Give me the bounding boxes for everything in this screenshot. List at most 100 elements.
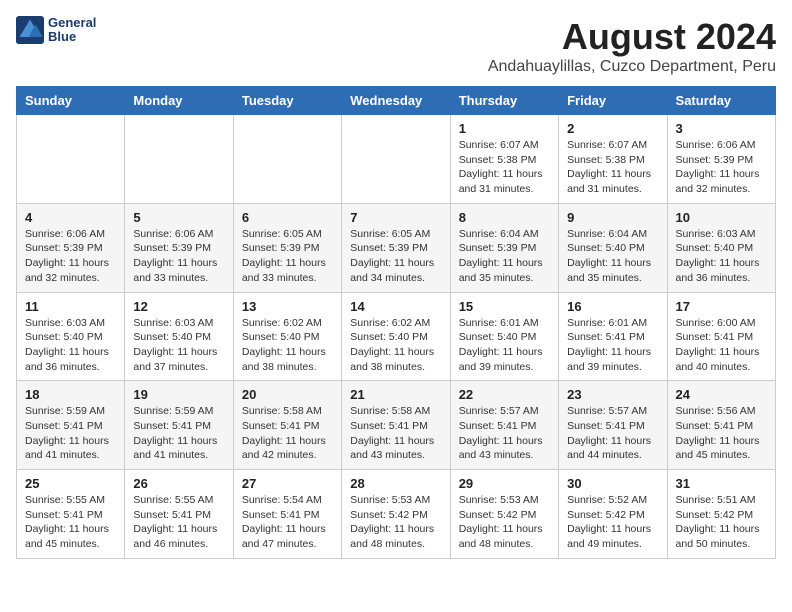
day-number: 31	[676, 476, 767, 491]
calendar-cell: 25Sunrise: 5:55 AM Sunset: 5:41 PM Dayli…	[17, 470, 125, 559]
day-info: Sunrise: 6:04 AM Sunset: 5:40 PM Dayligh…	[567, 227, 658, 286]
day-number: 14	[350, 299, 441, 314]
day-info: Sunrise: 6:03 AM Sunset: 5:40 PM Dayligh…	[133, 316, 224, 375]
calendar-cell: 26 Sunrise: 5:55 AM Sunset: 5:41 PM Dayli…	[125, 470, 233, 559]
calendar-cell: 31 Sunrise: 5:51 AM Sunset: 5:42 PM Dayli…	[667, 470, 775, 559]
day-number: 18	[25, 387, 116, 402]
calendar-cell: 4Sunrise: 6:06 AM Sunset: 5:39 PM Daylig…	[17, 203, 125, 292]
calendar-cell: 3 Sunrise: 6:06 AM Sunset: 5:39 PM Daylig…	[667, 115, 775, 204]
day-number: 6	[242, 210, 333, 225]
calendar-cell	[342, 115, 450, 204]
day-number: 22	[459, 387, 550, 402]
logo: General Blue	[16, 16, 96, 45]
day-info: Sunrise: 5:59 AM Sunset: 5:41 PM Dayligh…	[25, 404, 116, 463]
calendar-cell: 5Sunrise: 6:06 AM Sunset: 5:39 PM Daylig…	[125, 203, 233, 292]
day-number: 13	[242, 299, 333, 314]
calendar-cell: 13 Sunrise: 6:02 AM Sunset: 5:40 PM Dayli…	[233, 292, 341, 381]
day-info: Sunrise: 5:55 AM Sunset: 5:41 PM Dayligh…	[25, 493, 116, 552]
calendar-cell: 16 Sunrise: 6:01 AM Sunset: 5:41 PM Dayli…	[559, 292, 667, 381]
day-info: Sunrise: 6:04 AM Sunset: 5:39 PM Dayligh…	[459, 227, 550, 286]
calendar-cell: 2Sunrise: 6:07 AM Sunset: 5:38 PM Daylig…	[559, 115, 667, 204]
day-info: Sunrise: 6:07 AM Sunset: 5:38 PM Dayligh…	[459, 138, 550, 197]
weekday-header-tuesday: Tuesday	[233, 87, 341, 115]
day-number: 30	[567, 476, 658, 491]
day-info: Sunrise: 6:03 AM Sunset: 5:40 PM Dayligh…	[676, 227, 767, 286]
calendar-week-1: 1 Sunrise: 6:07 AM Sunset: 5:38 PM Daylig…	[17, 115, 776, 204]
title-area: August 2024 Andahuaylillas, Cuzco Depart…	[488, 16, 776, 76]
day-info: Sunrise: 5:58 AM Sunset: 5:41 PM Dayligh…	[350, 404, 441, 463]
calendar-week-2: 4Sunrise: 6:06 AM Sunset: 5:39 PM Daylig…	[17, 203, 776, 292]
calendar-cell	[125, 115, 233, 204]
day-info: Sunrise: 6:00 AM Sunset: 5:41 PM Dayligh…	[676, 316, 767, 375]
day-info: Sunrise: 5:54 AM Sunset: 5:41 PM Dayligh…	[242, 493, 333, 552]
day-info: Sunrise: 6:06 AM Sunset: 5:39 PM Dayligh…	[676, 138, 767, 197]
day-number: 3	[676, 121, 767, 136]
calendar-cell: 22 Sunrise: 5:57 AM Sunset: 5:41 PM Dayli…	[450, 381, 558, 470]
day-number: 27	[242, 476, 333, 491]
day-number: 5	[133, 210, 224, 225]
day-number: 4	[25, 210, 116, 225]
day-info: Sunrise: 6:02 AM Sunset: 5:40 PM Dayligh…	[350, 316, 441, 375]
day-number: 12	[133, 299, 224, 314]
calendar-cell: 6 Sunrise: 6:05 AM Sunset: 5:39 PM Daylig…	[233, 203, 341, 292]
calendar-cell: 24Sunrise: 5:56 AM Sunset: 5:41 PM Dayli…	[667, 381, 775, 470]
calendar-cell: 23 Sunrise: 5:57 AM Sunset: 5:41 PM Dayli…	[559, 381, 667, 470]
day-number: 26	[133, 476, 224, 491]
calendar-cell: 29Sunrise: 5:53 AM Sunset: 5:42 PM Dayli…	[450, 470, 558, 559]
calendar-cell: 8 Sunrise: 6:04 AM Sunset: 5:39 PM Daylig…	[450, 203, 558, 292]
calendar-cell: 20 Sunrise: 5:58 AM Sunset: 5:41 PM Dayli…	[233, 381, 341, 470]
day-info: Sunrise: 5:57 AM Sunset: 5:41 PM Dayligh…	[567, 404, 658, 463]
day-number: 23	[567, 387, 658, 402]
day-info: Sunrise: 5:55 AM Sunset: 5:41 PM Dayligh…	[133, 493, 224, 552]
day-info: Sunrise: 5:57 AM Sunset: 5:41 PM Dayligh…	[459, 404, 550, 463]
day-number: 20	[242, 387, 333, 402]
calendar-cell	[233, 115, 341, 204]
weekday-header-monday: Monday	[125, 87, 233, 115]
calendar-cell: 10 Sunrise: 6:03 AM Sunset: 5:40 PM Dayli…	[667, 203, 775, 292]
day-info: Sunrise: 6:05 AM Sunset: 5:39 PM Dayligh…	[242, 227, 333, 286]
subtitle: Andahuaylillas, Cuzco Department, Peru	[488, 58, 776, 76]
logo-icon	[16, 16, 44, 44]
day-info: Sunrise: 6:07 AM Sunset: 5:38 PM Dayligh…	[567, 138, 658, 197]
calendar-cell: 17Sunrise: 6:00 AM Sunset: 5:41 PM Dayli…	[667, 292, 775, 381]
calendar-cell: 7Sunrise: 6:05 AM Sunset: 5:39 PM Daylig…	[342, 203, 450, 292]
day-number: 9	[567, 210, 658, 225]
day-info: Sunrise: 6:01 AM Sunset: 5:40 PM Dayligh…	[459, 316, 550, 375]
day-info: Sunrise: 6:02 AM Sunset: 5:40 PM Dayligh…	[242, 316, 333, 375]
calendar-cell: 12 Sunrise: 6:03 AM Sunset: 5:40 PM Dayli…	[125, 292, 233, 381]
calendar-cell: 19Sunrise: 5:59 AM Sunset: 5:41 PM Dayli…	[125, 381, 233, 470]
day-number: 8	[459, 210, 550, 225]
logo-text: General Blue	[48, 16, 96, 45]
calendar-cell: 14 Sunrise: 6:02 AM Sunset: 5:40 PM Dayli…	[342, 292, 450, 381]
day-info: Sunrise: 5:53 AM Sunset: 5:42 PM Dayligh…	[350, 493, 441, 552]
day-number: 10	[676, 210, 767, 225]
day-number: 15	[459, 299, 550, 314]
day-number: 28	[350, 476, 441, 491]
calendar-cell	[17, 115, 125, 204]
day-info: Sunrise: 5:56 AM Sunset: 5:41 PM Dayligh…	[676, 404, 767, 463]
main-title: August 2024	[488, 16, 776, 58]
day-info: Sunrise: 5:53 AM Sunset: 5:42 PM Dayligh…	[459, 493, 550, 552]
calendar-week-4: 18 Sunrise: 5:59 AM Sunset: 5:41 PM Dayli…	[17, 381, 776, 470]
calendar-cell: 9 Sunrise: 6:04 AM Sunset: 5:40 PM Daylig…	[559, 203, 667, 292]
day-info: Sunrise: 5:51 AM Sunset: 5:42 PM Dayligh…	[676, 493, 767, 552]
weekday-header-row: SundayMondayTuesdayWednesdayThursdayFrid…	[17, 87, 776, 115]
day-info: Sunrise: 6:03 AM Sunset: 5:40 PM Dayligh…	[25, 316, 116, 375]
day-info: Sunrise: 6:05 AM Sunset: 5:39 PM Dayligh…	[350, 227, 441, 286]
calendar-week-3: 11 Sunrise: 6:03 AM Sunset: 5:40 PM Dayli…	[17, 292, 776, 381]
day-number: 1	[459, 121, 550, 136]
calendar-cell: 30 Sunrise: 5:52 AM Sunset: 5:42 PM Dayli…	[559, 470, 667, 559]
calendar-cell: 28 Sunrise: 5:53 AM Sunset: 5:42 PM Dayli…	[342, 470, 450, 559]
logo-line1: General	[48, 16, 96, 30]
calendar-cell: 1 Sunrise: 6:07 AM Sunset: 5:38 PM Daylig…	[450, 115, 558, 204]
weekday-header-wednesday: Wednesday	[342, 87, 450, 115]
calendar-table: SundayMondayTuesdayWednesdayThursdayFrid…	[16, 86, 776, 559]
day-number: 11	[25, 299, 116, 314]
day-info: Sunrise: 5:59 AM Sunset: 5:41 PM Dayligh…	[133, 404, 224, 463]
day-info: Sunrise: 6:01 AM Sunset: 5:41 PM Dayligh…	[567, 316, 658, 375]
logo-line2: Blue	[48, 30, 96, 44]
day-info: Sunrise: 5:58 AM Sunset: 5:41 PM Dayligh…	[242, 404, 333, 463]
calendar-cell: 18 Sunrise: 5:59 AM Sunset: 5:41 PM Dayli…	[17, 381, 125, 470]
day-info: Sunrise: 5:52 AM Sunset: 5:42 PM Dayligh…	[567, 493, 658, 552]
day-number: 16	[567, 299, 658, 314]
